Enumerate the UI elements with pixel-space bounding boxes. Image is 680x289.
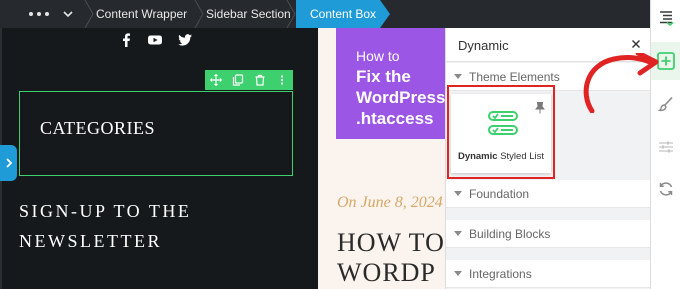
section-building-blocks[interactable]: Building Blocks — [446, 220, 650, 248]
breadcrumb-item-sidebar-section[interactable]: Sidebar Section — [192, 0, 291, 28]
categories-widget[interactable]: CATEGORIES — [19, 91, 293, 176]
post-title-line-1: HOW TO — [337, 228, 445, 257]
element-search-input[interactable] — [458, 35, 618, 55]
close-icon[interactable] — [629, 37, 643, 51]
breadcrumb-item-content-wrapper[interactable]: Content Wrapper — [82, 0, 187, 28]
post-featured-image[interactable]: How to Fix the WordPress .htaccess — [336, 28, 446, 139]
annotation-highlight-box — [447, 85, 555, 179]
more-vertical-icon[interactable] — [271, 70, 293, 90]
sliders-icon[interactable] — [655, 136, 677, 158]
annotation-arrow-icon — [583, 53, 659, 113]
categories-title: CATEGORIES — [40, 118, 156, 138]
caret-down-icon — [454, 271, 462, 276]
chevron-right-icon — [5, 158, 12, 168]
hero-line-2-text: Fix the — [356, 67, 411, 86]
hero-line-3-text: WordPress — [356, 88, 446, 107]
section-label: Foundation — [469, 186, 530, 201]
delete-icon[interactable] — [249, 70, 271, 90]
section-integrations[interactable]: Integrations — [446, 260, 650, 288]
expand-panel-handle[interactable] — [0, 145, 17, 181]
caret-down-icon — [454, 231, 462, 236]
navigator-icon[interactable] — [655, 7, 677, 29]
chevron-down-icon[interactable] — [60, 6, 76, 22]
hero-line-1: How to — [356, 48, 400, 64]
facebook-icon[interactable] — [118, 32, 134, 48]
editor-window: Content Wrapper Sidebar Section Content … — [0, 0, 680, 289]
post-title[interactable]: HOW TO WORDP — [337, 228, 445, 288]
tool-rail — [650, 0, 680, 289]
more-horizontal-icon[interactable] — [22, 6, 56, 22]
section-foundation[interactable]: Foundation — [446, 180, 650, 208]
canvas-sidebar: CATEGORIES SIGN-UP TO THE NEWSLETTER — [0, 28, 318, 289]
post-date: On June 8, 2024 — [337, 194, 443, 211]
section-label: Integrations — [469, 266, 532, 281]
breadcrumb-bar: Content Wrapper Sidebar Section Content … — [0, 0, 650, 28]
section-label: Building Blocks — [469, 226, 551, 241]
duplicate-icon[interactable] — [227, 70, 249, 90]
caret-down-icon — [454, 74, 462, 79]
move-icon[interactable] — [205, 70, 227, 90]
youtube-icon[interactable] — [147, 32, 163, 48]
post-title-line-2: WORDP — [337, 258, 436, 287]
section-label: Theme Elements — [469, 69, 560, 84]
breadcrumb-active-arrow — [380, 0, 390, 28]
signup-heading: SIGN-UP TO THE NEWSLETTER — [19, 201, 192, 251]
sync-icon[interactable] — [655, 178, 677, 200]
twitter-icon[interactable] — [177, 32, 193, 48]
breadcrumb-separator — [286, 0, 296, 28]
caret-down-icon — [454, 191, 462, 196]
widget-toolbar — [205, 70, 293, 90]
hero-line-2: Fix the WordPress .htaccess — [356, 66, 445, 129]
breadcrumb-item-content-box[interactable]: Content Box — [296, 0, 380, 28]
hero-line-4-text: .htaccess — [356, 109, 434, 128]
